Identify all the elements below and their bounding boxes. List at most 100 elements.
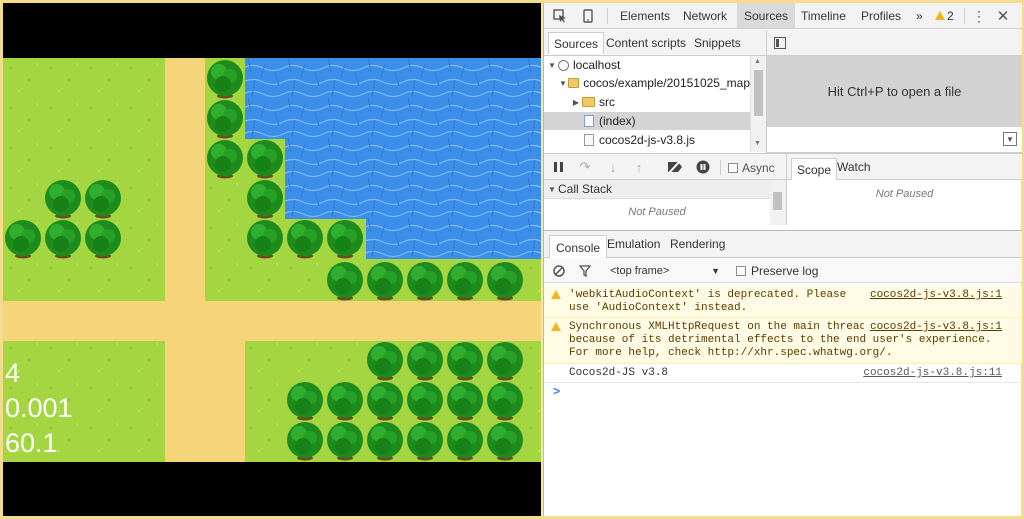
html-file-icon bbox=[584, 115, 594, 127]
main-toolbar: Elements Network Sources Timeline Profil… bbox=[544, 3, 1022, 29]
toolbar-separator bbox=[607, 8, 608, 24]
step-out-icon[interactable]: ↑ bbox=[632, 158, 646, 176]
navigator-tabbar: Sources Content scripts Snippets bbox=[544, 30, 766, 56]
clear-console-icon[interactable] bbox=[550, 262, 568, 280]
file-tree: ▼ localhost ▼ cocos/example/20151025_map… bbox=[544, 56, 766, 152]
scroll-thumb[interactable] bbox=[773, 192, 782, 210]
preserve-log-checkbox[interactable] bbox=[736, 266, 746, 276]
stat-delta: 0.001 bbox=[5, 393, 73, 423]
console-message[interactable]: Cocos2d-JS v3.8 cocos2d-js-v3.8.js:11 bbox=[544, 364, 1022, 383]
tree-item-script[interactable]: cocos2d-js-v3.8.js bbox=[544, 131, 750, 149]
drawer-tabbar: Console Emulation Rendering bbox=[544, 230, 1022, 259]
warning-icon bbox=[551, 322, 561, 331]
call-stack-title: Call Stack bbox=[558, 182, 613, 196]
sidebar-scrollbar[interactable] bbox=[770, 180, 786, 225]
filter-icon[interactable] bbox=[576, 262, 594, 280]
tab-sources[interactable]: Sources bbox=[737, 3, 796, 28]
chevron-down-icon: ▼ bbox=[711, 265, 720, 276]
scroll-down-icon[interactable]: ▼ bbox=[754, 140, 761, 147]
tree-item-label: localhost bbox=[573, 58, 621, 72]
customize-menu-icon[interactable]: ⋮ bbox=[970, 6, 988, 26]
preserve-log-toggle[interactable]: Preserve log bbox=[736, 264, 818, 278]
game-canvas[interactable]: 4 0.001 60.1 bbox=[3, 3, 541, 516]
tile-map bbox=[3, 58, 541, 462]
async-label: Async bbox=[742, 161, 775, 175]
warning-icon bbox=[551, 290, 561, 299]
tab-timeline[interactable]: Timeline bbox=[795, 3, 852, 28]
tab-console[interactable]: Console bbox=[549, 235, 608, 259]
pause-icon[interactable] bbox=[550, 158, 566, 176]
tree-item-src[interactable]: ▶ src bbox=[544, 93, 750, 111]
scroll-thumb[interactable] bbox=[754, 70, 763, 116]
context-select-value: <top frame> bbox=[610, 264, 670, 277]
tree-item-label: src bbox=[599, 95, 615, 109]
stat-objects: 4 bbox=[5, 358, 21, 388]
console-source-link[interactable]: cocos2d-js-v3.8.js:1 bbox=[863, 321, 1002, 334]
call-stack-status: Not Paused bbox=[628, 206, 686, 218]
cloud-icon bbox=[558, 59, 569, 71]
prompt-chevron-icon: > bbox=[553, 385, 561, 399]
tab-network[interactable]: Network bbox=[677, 3, 733, 28]
tree-item-label: (index) bbox=[599, 114, 636, 128]
context-select[interactable]: <top frame> ▼ bbox=[606, 262, 726, 279]
pause-on-exceptions-icon[interactable] bbox=[694, 158, 712, 176]
scroll-up-icon[interactable]: ▲ bbox=[754, 58, 761, 65]
tree-item-index[interactable]: (index) bbox=[544, 112, 750, 130]
tab-scope[interactable]: Scope bbox=[791, 158, 838, 180]
stat-fps: 60.1 bbox=[5, 428, 58, 458]
deactivate-breakpoints-icon[interactable] bbox=[666, 158, 684, 176]
inspect-element-icon[interactable] bbox=[550, 6, 570, 26]
more-tabs-button[interactable]: » bbox=[913, 3, 926, 28]
warnings-counter[interactable]: 2 bbox=[932, 3, 957, 28]
open-file-hint: Hit Ctrl+P to open a file bbox=[767, 56, 1022, 127]
warning-icon bbox=[935, 11, 945, 20]
expanded-arrow-icon: ▼ bbox=[548, 60, 556, 70]
warning-count: 2 bbox=[947, 8, 954, 23]
navigator-scrollbar[interactable]: ▲ ▼ bbox=[750, 56, 766, 152]
preserve-log-label: Preserve log bbox=[751, 264, 819, 278]
tab-snippets[interactable]: Snippets bbox=[690, 30, 745, 55]
console-toolbar: <top frame> ▼ Preserve log bbox=[544, 258, 1022, 283]
scope-status: Not Paused bbox=[875, 188, 934, 200]
tree-item-label: cocos2d-js-v3.8.js bbox=[599, 133, 696, 147]
expanded-arrow-icon: ▼ bbox=[559, 78, 567, 88]
tab-rendering[interactable]: Rendering bbox=[666, 231, 729, 257]
tab-profiles[interactable]: Profiles bbox=[855, 3, 907, 28]
tab-content-scripts[interactable]: Content scripts bbox=[602, 30, 690, 55]
expanded-arrow-icon: ▼ bbox=[548, 184, 556, 194]
toggle-debugger-icon[interactable]: ▼ bbox=[1003, 132, 1017, 146]
tab-watch[interactable]: Watch bbox=[833, 154, 875, 179]
console-source-link[interactable]: cocos2d-js-v3.8.js:11 bbox=[863, 367, 1002, 380]
folder-icon bbox=[568, 78, 580, 88]
toolbar-separator bbox=[964, 8, 965, 24]
console-message-text: Cocos2d-JS v3.8 bbox=[569, 367, 669, 379]
devtools-panel: Elements Network Sources Timeline Profil… bbox=[543, 3, 1022, 516]
console-prompt[interactable]: > bbox=[544, 383, 1022, 403]
call-stack-header[interactable]: ▼ Call Stack bbox=[544, 180, 786, 199]
tile-map-svg bbox=[3, 58, 541, 462]
console-message[interactable]: Synchronous XMLHttpRequest on the main t… bbox=[544, 318, 1022, 364]
step-into-icon[interactable]: ↓ bbox=[606, 158, 620, 176]
tab-elements[interactable]: Elements bbox=[614, 3, 676, 28]
editor-toolbar bbox=[767, 30, 1022, 56]
scope-tabbar: Scope Watch bbox=[787, 153, 1022, 180]
tab-navigator-sources[interactable]: Sources bbox=[548, 32, 605, 54]
collapsed-arrow-icon: ▶ bbox=[572, 97, 580, 107]
tree-item-folder[interactable]: ▼ cocos/example/20151025_map bbox=[544, 74, 750, 92]
folder-icon bbox=[582, 97, 595, 107]
async-checkbox[interactable] bbox=[728, 163, 738, 173]
close-devtools-icon[interactable]: ✕ bbox=[994, 6, 1012, 26]
console-message[interactable]: 'webkitAudioContext' is deprecated. Plea… bbox=[544, 286, 1022, 318]
editor-footer: ▼ bbox=[767, 127, 1022, 153]
step-over-icon[interactable]: ↷ bbox=[576, 158, 594, 176]
tab-emulation[interactable]: Emulation bbox=[603, 231, 664, 257]
tree-item-label: cocos/example/20151025_map bbox=[583, 76, 750, 90]
toolbar-separator bbox=[720, 160, 721, 175]
js-file-icon bbox=[584, 134, 594, 146]
debugger-toolbar: ↷ ↓ ↑ Async bbox=[544, 153, 786, 180]
toggle-navigator-icon[interactable] bbox=[771, 34, 789, 52]
device-mode-icon[interactable] bbox=[578, 6, 598, 26]
async-toggle[interactable]: Async bbox=[728, 161, 775, 175]
tree-item-localhost[interactable]: ▼ localhost bbox=[544, 56, 750, 74]
console-source-link[interactable]: cocos2d-js-v3.8.js:1 bbox=[870, 289, 1002, 302]
